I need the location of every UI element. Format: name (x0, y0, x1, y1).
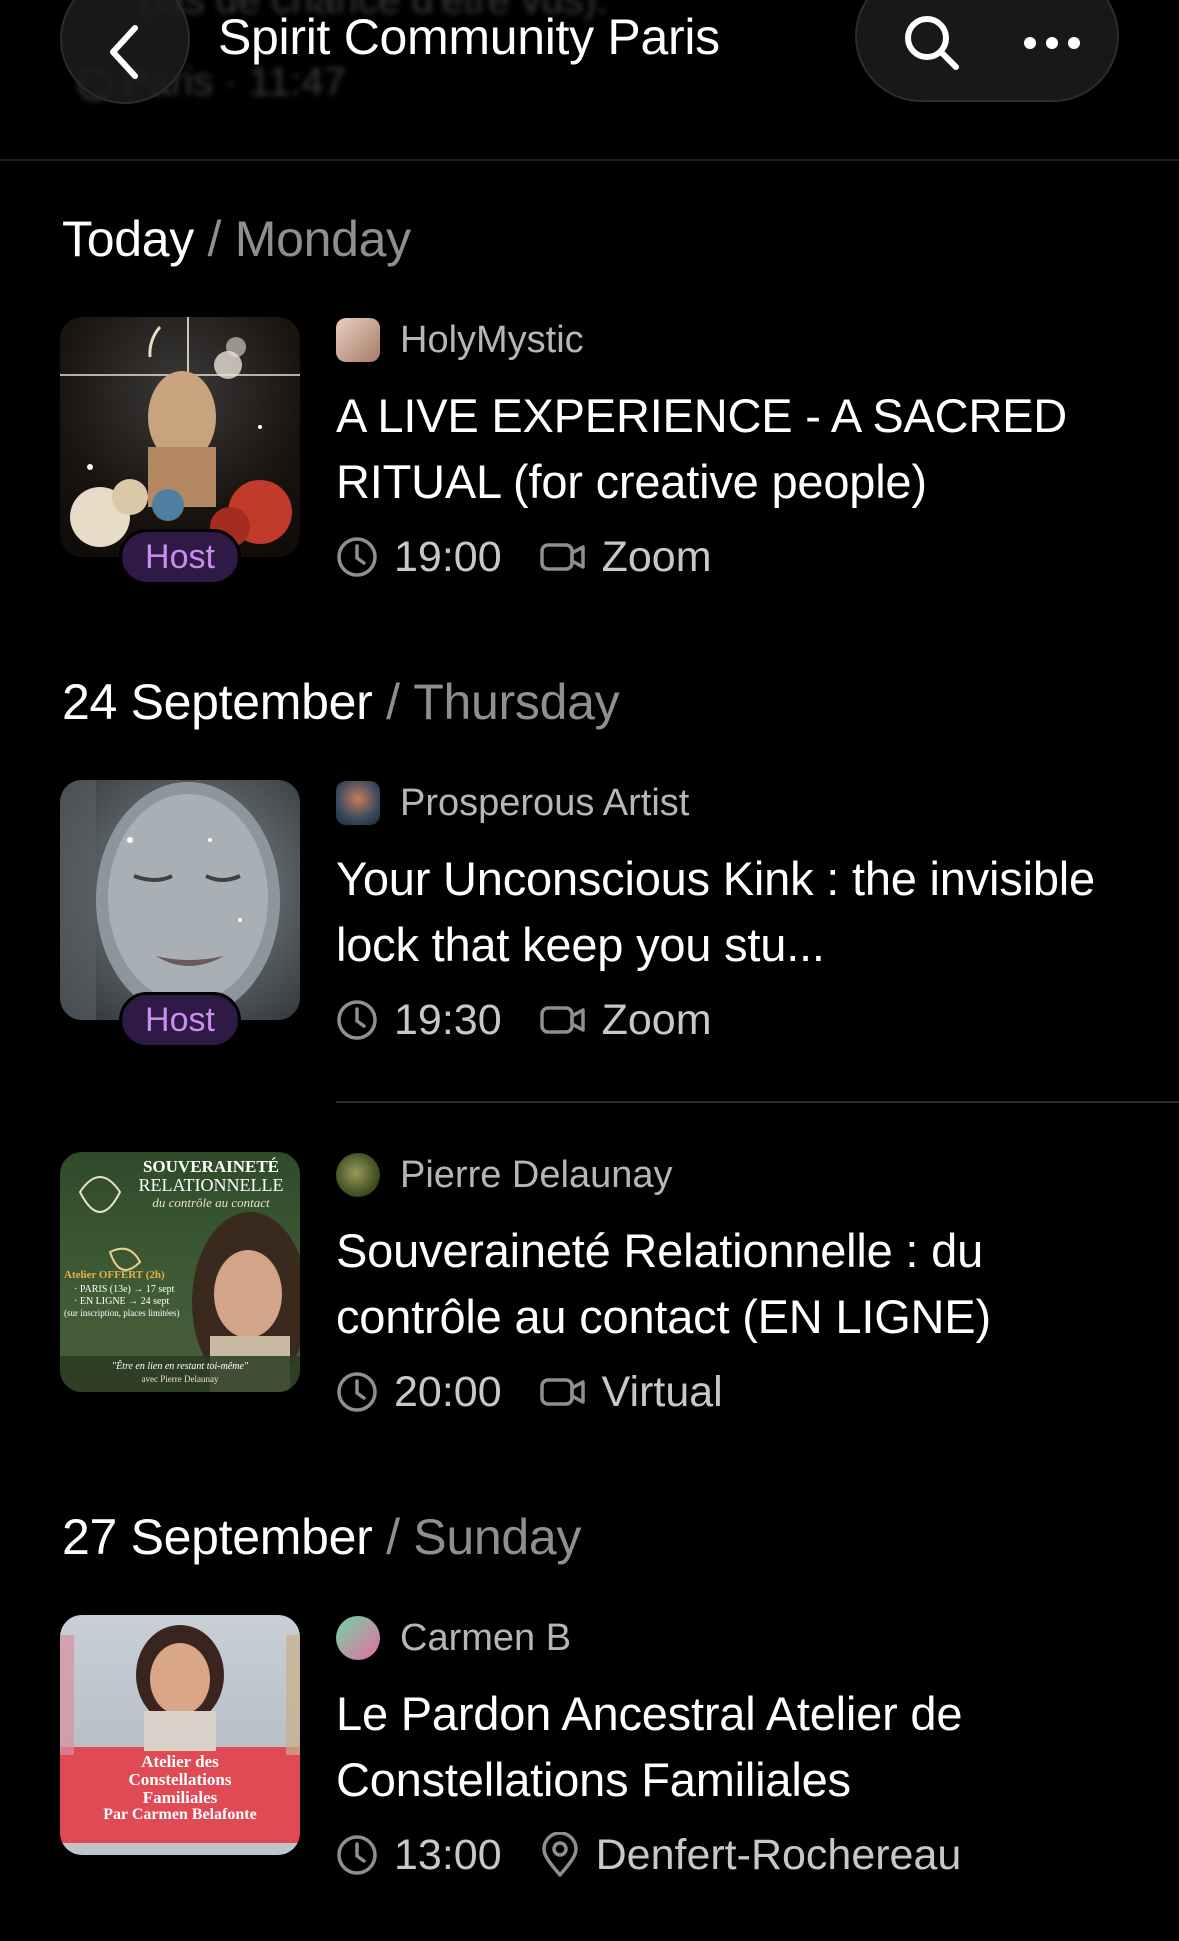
thumb-detail: (sur inscription, places limitées) (64, 1308, 180, 1318)
event-location: Denfert-Rochereau (595, 1830, 962, 1879)
top-nav-bar: pas de chance d'être vus). Paris · 11:47… (0, 0, 1179, 161)
thumb-offer: Atelier OFFERT (2h) (64, 1269, 165, 1281)
row-divider (336, 1101, 1179, 1103)
event-location: Virtual (601, 1367, 723, 1416)
event-organizer[interactable]: Prosperous Artist (336, 780, 689, 826)
video-camera-icon (539, 541, 586, 573)
host-badge: Host (119, 529, 241, 585)
thumb-author: avec Pierre Delaunay (141, 1374, 219, 1384)
thumb-quote: "Être en lien en restant toi-même" (111, 1361, 249, 1372)
event-row[interactable]: Atelier des Constellations Familiales Pa… (0, 1615, 1179, 1895)
event-title: Souveraineté Relationnelle : du contrôle… (336, 1224, 991, 1343)
event-time: 19:30 (394, 995, 502, 1044)
event-title: Your Unconscious Kink : the invisible lo… (336, 852, 1095, 971)
event-meta: 13:00 Denfert-Rochereau (336, 1827, 961, 1883)
clock-icon (336, 1834, 378, 1876)
ellipsis-icon (1024, 37, 1080, 49)
event-artwork (60, 780, 280, 1020)
thumb-title: SOUVERAINETÉ (142, 1157, 280, 1176)
event-location: Zoom (601, 532, 712, 581)
event-row[interactable]: Host HolyMystic A LIVE EXPERIENCE - A SA… (0, 317, 1179, 597)
search-button[interactable] (897, 8, 967, 78)
event-time: 20:00 (394, 1367, 502, 1416)
organizer-avatar (336, 781, 380, 825)
organizer-avatar (336, 1153, 380, 1197)
thumb-detail: · EN LIGNE → 24 sept (74, 1296, 170, 1307)
event-meta: 20:00 Virtual (336, 1364, 723, 1420)
video-camera-icon (539, 1376, 586, 1408)
more-options-button[interactable] (1017, 8, 1087, 78)
event-title: A LIVE EXPERIENCE - A SACRED RITUAL (for… (336, 389, 1068, 508)
clock-icon (336, 1371, 378, 1413)
video-camera-icon (539, 1004, 586, 1036)
event-row[interactable]: SOUVERAINETÉ RELATIONNELLE du contrôle a… (0, 1152, 1179, 1432)
event-organizer[interactable]: Pierre Delaunay (336, 1152, 672, 1198)
chevron-left-icon (110, 25, 138, 79)
section-date-header: 24 September / Thursday (62, 674, 620, 730)
header-actions-pill (855, 0, 1119, 102)
location-pin-icon (540, 1832, 580, 1878)
event-time: 13:00 (394, 1830, 502, 1879)
event-location: Zoom (601, 995, 712, 1044)
thumb-subtitle: du contrôle au contact (152, 1195, 270, 1210)
section-date-header: 27 September / Sunday (62, 1509, 582, 1565)
thumb-title: Atelier des (141, 1752, 219, 1771)
clock-icon (336, 999, 378, 1041)
organizer-avatar (336, 1616, 380, 1660)
event-thumbnail: SOUVERAINETÉ RELATIONNELLE du contrôle a… (60, 1152, 300, 1392)
event-artwork (60, 317, 300, 547)
organizer-avatar (336, 318, 380, 362)
thumb-author: Par Carmen Belafonte (103, 1806, 257, 1823)
section-date-header: Today / Monday (62, 211, 411, 267)
search-icon (905, 16, 959, 70)
event-meta: 19:30 Zoom (336, 992, 712, 1048)
event-thumbnail (60, 780, 300, 1020)
event-organizer[interactable]: HolyMystic (336, 317, 584, 363)
thumb-detail: · PARIS (13e) → 17 sept (74, 1284, 175, 1295)
event-row[interactable]: Host Prosperous Artist Your Unconscious … (0, 780, 1179, 1060)
event-organizer[interactable]: Carmen B (336, 1615, 571, 1661)
thumb-title-2: RELATIONNELLE (138, 1175, 284, 1195)
thumb-title-3: Familiales (142, 1788, 218, 1807)
host-badge: Host (119, 992, 241, 1048)
event-thumbnail (60, 317, 300, 557)
event-time: 19:00 (394, 532, 502, 581)
event-meta: 19:00 Zoom (336, 529, 712, 585)
clock-icon (336, 536, 378, 578)
event-title: Le Pardon Ancestral Atelier de Constella… (336, 1687, 963, 1806)
page-title: Spirit Community Paris (218, 9, 720, 65)
thumb-title-2: Constellations (128, 1770, 232, 1789)
event-thumbnail: Atelier des Constellations Familiales Pa… (60, 1615, 300, 1855)
